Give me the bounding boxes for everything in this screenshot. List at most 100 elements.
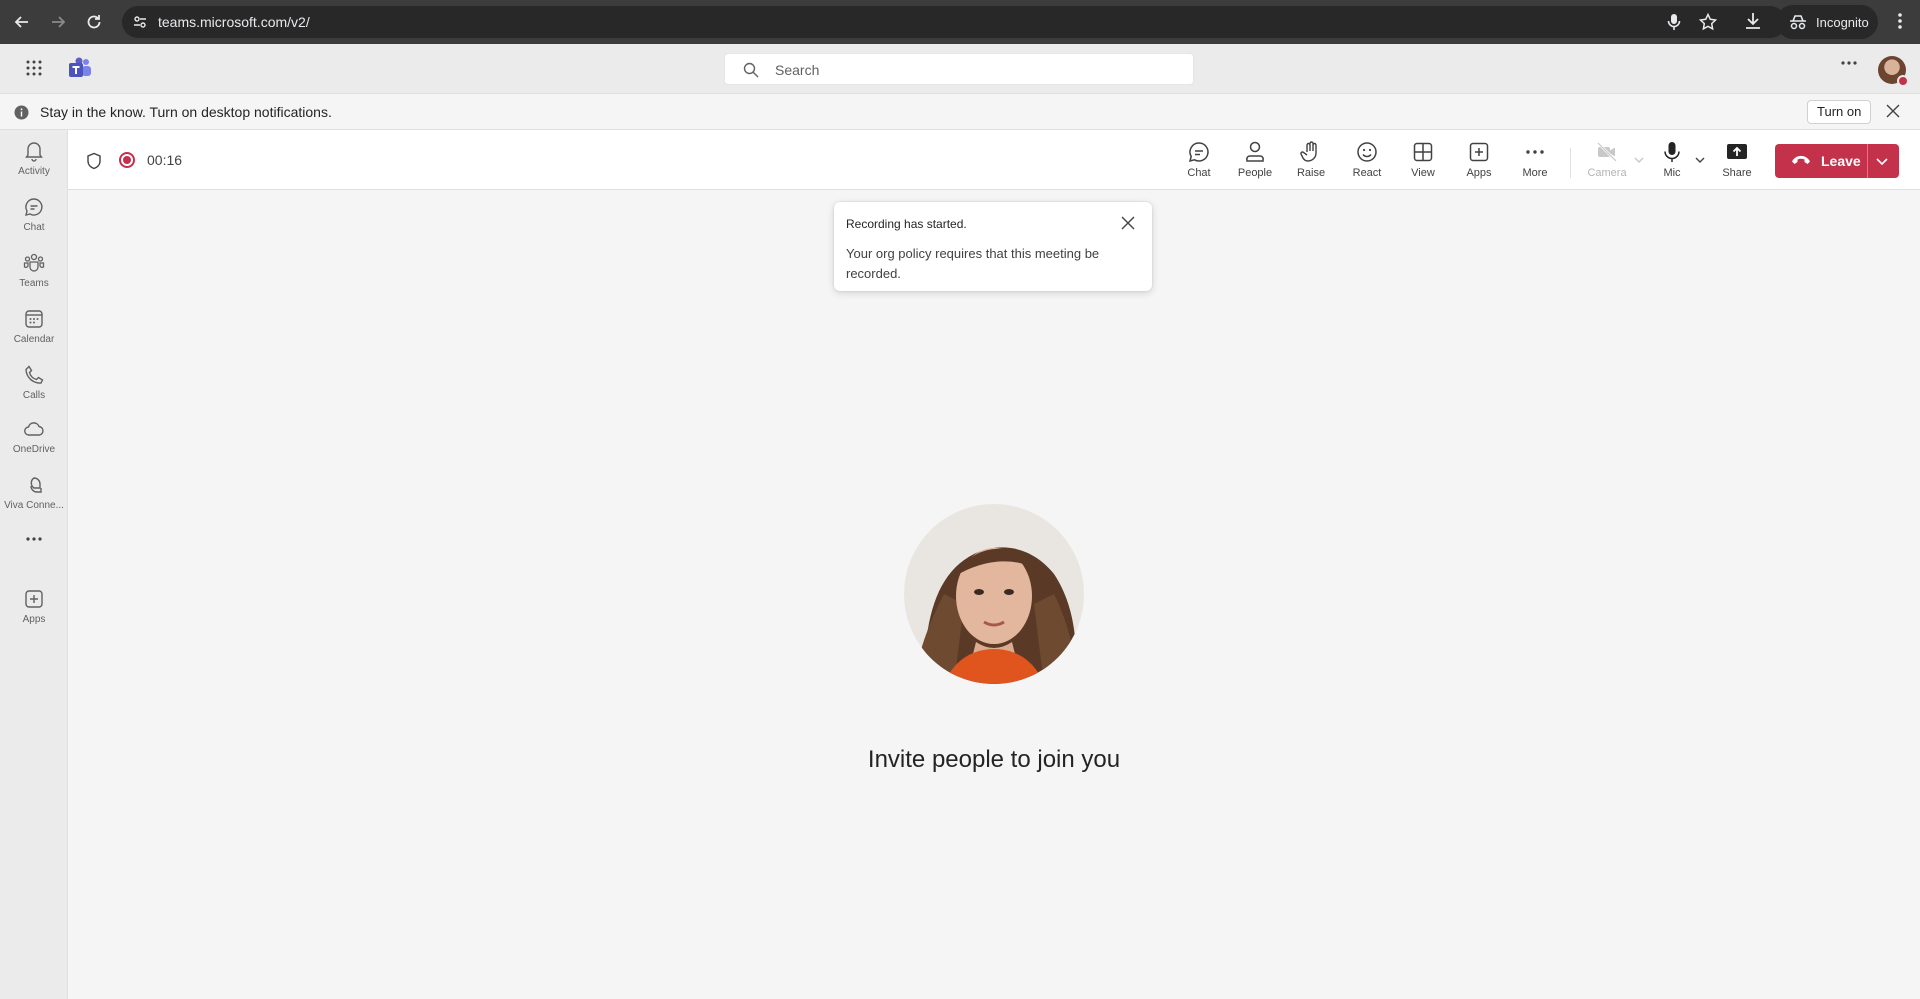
rail-label: Chat bbox=[23, 222, 45, 233]
url-text[interactable]: teams.microsoft.com/v2/ bbox=[158, 14, 310, 30]
mic-button[interactable]: Mic bbox=[1648, 140, 1696, 186]
app-rail: Activity Chat Teams Calendar Calls OneDr… bbox=[0, 130, 68, 999]
address-bar[interactable]: teams.microsoft.com/v2/ bbox=[122, 6, 1786, 38]
toast-body: Your org policy requires that this meeti… bbox=[846, 246, 1100, 281]
rail-item-teams[interactable]: Teams bbox=[0, 246, 68, 298]
info-icon bbox=[14, 105, 29, 120]
downloads-button[interactable] bbox=[1742, 10, 1764, 32]
mic-label: Mic bbox=[1663, 167, 1681, 179]
leave-button[interactable]: Leave bbox=[1775, 144, 1899, 178]
more-horizontal-icon bbox=[25, 536, 43, 542]
bookmark-star-icon[interactable] bbox=[1698, 12, 1718, 32]
app-launcher-button[interactable] bbox=[24, 58, 44, 78]
camera-off-icon bbox=[1595, 140, 1619, 164]
invite-heading: Invite people to join you bbox=[867, 746, 1121, 773]
rail-item-viva-connections[interactable]: Viva Conne... bbox=[0, 468, 68, 520]
profile-avatar[interactable] bbox=[1878, 56, 1909, 87]
incognito-indicator[interactable]: Incognito bbox=[1776, 5, 1878, 39]
rail-item-chat[interactable]: Chat bbox=[0, 190, 68, 242]
reload-button[interactable] bbox=[82, 10, 106, 34]
rail-label: Apps bbox=[22, 614, 46, 625]
grid-view-icon bbox=[1411, 140, 1435, 164]
rail-item-activity[interactable]: Activity bbox=[0, 134, 68, 186]
back-button[interactable] bbox=[10, 10, 34, 34]
chat-icon bbox=[23, 196, 45, 218]
notification-banner: Stay in the know. Turn on desktop notifi… bbox=[0, 94, 1920, 130]
raise-hand-button[interactable]: Raise bbox=[1287, 140, 1335, 186]
people-button[interactable]: People bbox=[1231, 140, 1279, 186]
teams-icon bbox=[23, 252, 45, 274]
arrow-left-icon bbox=[14, 16, 28, 28]
site-settings-icon[interactable] bbox=[132, 14, 148, 30]
chat-label: Chat bbox=[1187, 167, 1211, 179]
toast-close-icon[interactable] bbox=[1121, 216, 1135, 230]
apps-button[interactable]: Apps bbox=[1455, 140, 1503, 186]
browser-toolbar: teams.microsoft.com/v2/ Incognito bbox=[0, 0, 1920, 44]
leave-options-chevron-icon[interactable] bbox=[1875, 154, 1889, 168]
share-button[interactable]: Share bbox=[1713, 140, 1761, 186]
camera-options-chevron-icon[interactable] bbox=[1633, 154, 1645, 166]
search-placeholder: Search bbox=[775, 62, 820, 78]
phone-icon bbox=[23, 364, 45, 386]
chat-icon bbox=[1187, 140, 1211, 164]
more-horizontal-icon bbox=[1525, 140, 1545, 164]
rail-label: OneDrive bbox=[12, 444, 56, 455]
raise-hand-icon bbox=[1299, 140, 1323, 164]
arrow-right-icon bbox=[52, 16, 66, 28]
rail-label: Calls bbox=[22, 390, 46, 401]
add-app-icon bbox=[1467, 140, 1491, 164]
view-button[interactable]: View bbox=[1399, 140, 1447, 186]
person-icon bbox=[1243, 140, 1267, 164]
incognito-label: Incognito bbox=[1816, 14, 1869, 30]
toolbar-divider bbox=[1570, 148, 1571, 178]
more-actions-button[interactable]: More bbox=[1511, 140, 1559, 186]
shield-icon[interactable] bbox=[86, 152, 102, 170]
rail-item-onedrive[interactable]: OneDrive bbox=[0, 412, 68, 464]
vertical-dots-icon bbox=[1898, 13, 1902, 29]
search-box[interactable]: Search bbox=[724, 53, 1194, 85]
browser-menu-button[interactable] bbox=[1890, 10, 1910, 32]
more-horizontal-icon bbox=[1841, 61, 1857, 65]
cloud-icon bbox=[23, 418, 45, 440]
rail-label: Teams bbox=[19, 278, 49, 289]
forward-button[interactable] bbox=[46, 10, 70, 34]
mic-options-chevron-icon[interactable] bbox=[1694, 154, 1706, 166]
recording-toast: Recording has started. Your org policy r… bbox=[834, 202, 1152, 291]
voice-search-icon[interactable] bbox=[1664, 12, 1684, 32]
chat-button[interactable]: Chat bbox=[1175, 140, 1223, 186]
teams-header: Search bbox=[0, 44, 1920, 94]
download-icon bbox=[1746, 13, 1760, 29]
share-screen-icon bbox=[1725, 140, 1749, 164]
view-label: View bbox=[1411, 167, 1435, 179]
presence-badge bbox=[1897, 75, 1909, 87]
rail-item-calls[interactable]: Calls bbox=[0, 358, 68, 410]
microphone-icon bbox=[1660, 140, 1684, 164]
camera-button[interactable]: Camera bbox=[1583, 140, 1631, 186]
reload-icon bbox=[87, 15, 101, 29]
rail-label: Calendar bbox=[13, 334, 55, 345]
recording-indicator-icon[interactable] bbox=[119, 152, 135, 168]
people-label: People bbox=[1237, 167, 1273, 179]
waffle-icon bbox=[26, 60, 42, 76]
banner-message: Stay in the know. Turn on desktop notifi… bbox=[40, 104, 332, 120]
react-button[interactable]: React bbox=[1343, 140, 1391, 186]
turn-on-notifications-button[interactable]: Turn on bbox=[1807, 100, 1872, 124]
rail-item-calendar[interactable]: Calendar bbox=[0, 302, 68, 354]
banner-close-icon[interactable] bbox=[1886, 104, 1900, 118]
add-app-icon bbox=[23, 588, 45, 610]
rail-item-apps[interactable]: Apps bbox=[0, 582, 68, 634]
leave-divider bbox=[1867, 144, 1868, 178]
meeting-stage: Recording has started. Your org policy r… bbox=[68, 190, 1920, 999]
smiley-icon bbox=[1355, 140, 1379, 164]
rail-label: Viva Conne... bbox=[4, 500, 64, 511]
search-icon bbox=[743, 62, 759, 78]
viva-icon bbox=[23, 474, 45, 496]
calendar-icon bbox=[23, 308, 45, 330]
camera-label: Camera bbox=[1587, 167, 1627, 179]
react-label: React bbox=[1352, 167, 1382, 179]
rail-more-apps-button[interactable] bbox=[0, 530, 68, 554]
more-label: More bbox=[1522, 167, 1548, 179]
settings-more-button[interactable] bbox=[1840, 60, 1858, 66]
incognito-icon bbox=[1790, 15, 1806, 30]
teams-logo-icon bbox=[69, 57, 91, 77]
